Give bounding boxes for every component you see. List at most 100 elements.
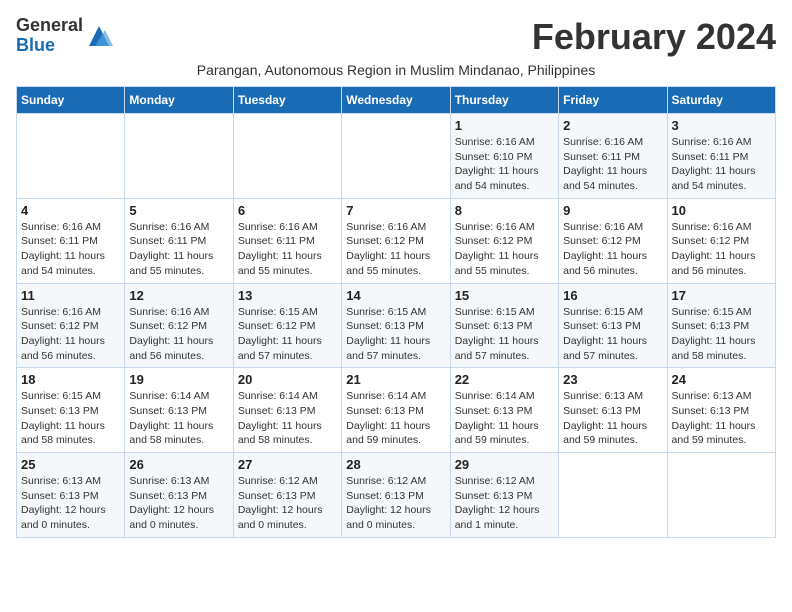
calendar-cell: 16 Sunrise: 6:15 AM Sunset: 6:13 PM Dayli… [559,283,667,368]
calendar-week-3: 11 Sunrise: 6:16 AM Sunset: 6:12 PM Dayli… [17,283,776,368]
day-detail: Sunrise: 6:15 AM Sunset: 6:12 PM Dayligh… [238,305,337,364]
calendar-cell: 10 Sunrise: 6:16 AM Sunset: 6:12 PM Dayli… [667,198,775,283]
subtitle: Parangan, Autonomous Region in Muslim Mi… [16,62,776,78]
day-number: 8 [455,203,554,218]
calendar-table: Sunday Monday Tuesday Wednesday Thursday… [16,86,776,538]
day-number: 26 [129,457,228,472]
col-friday: Friday [559,87,667,114]
calendar-cell: 28Sunrise: 6:12 AM Sunset: 6:13 PM Dayli… [342,453,450,538]
calendar-cell: 24 Sunrise: 6:13 AM Sunset: 6:13 PM Dayli… [667,368,775,453]
day-number: 16 [563,288,662,303]
calendar-week-4: 18Sunrise: 6:15 AM Sunset: 6:13 PM Dayli… [17,368,776,453]
day-number: 19 [129,372,228,387]
day-number: 3 [672,118,771,133]
day-number: 11 [21,288,120,303]
calendar-cell: 11 Sunrise: 6:16 AM Sunset: 6:12 PM Dayli… [17,283,125,368]
calendar-cell: 21 Sunrise: 6:14 AM Sunset: 6:13 PM Dayli… [342,368,450,453]
calendar-cell [125,114,233,199]
day-number: 22 [455,372,554,387]
day-number: 10 [672,203,771,218]
calendar-cell: 27 Sunrise: 6:12 AM Sunset: 6:13 PM Dayli… [233,453,341,538]
day-detail: Sunrise: 6:13 AM Sunset: 6:13 PM Dayligh… [563,389,662,448]
calendar-cell: 23Sunrise: 6:13 AM Sunset: 6:13 PM Dayli… [559,368,667,453]
logo-icon [85,22,113,50]
calendar-cell [342,114,450,199]
day-detail: Sunrise: 6:16 AM Sunset: 6:11 PM Dayligh… [563,135,662,194]
day-number: 4 [21,203,120,218]
day-number: 17 [672,288,771,303]
day-number: 24 [672,372,771,387]
day-detail: Sunrise: 6:15 AM Sunset: 6:13 PM Dayligh… [455,305,554,364]
calendar-header-row: Sunday Monday Tuesday Wednesday Thursday… [17,87,776,114]
calendar-cell [17,114,125,199]
day-detail: Sunrise: 6:16 AM Sunset: 6:11 PM Dayligh… [21,220,120,279]
calendar-cell [233,114,341,199]
day-detail: Sunrise: 6:12 AM Sunset: 6:13 PM Dayligh… [238,474,337,533]
day-detail: Sunrise: 6:12 AM Sunset: 6:13 PM Dayligh… [346,474,445,533]
day-number: 21 [346,372,445,387]
calendar-cell: 1Sunrise: 6:16 AM Sunset: 6:10 PM Daylig… [450,114,558,199]
day-number: 7 [346,203,445,218]
logo-general: General [16,16,83,36]
calendar-cell: 17Sunrise: 6:15 AM Sunset: 6:13 PM Dayli… [667,283,775,368]
calendar-cell: 8Sunrise: 6:16 AM Sunset: 6:12 PM Daylig… [450,198,558,283]
day-number: 1 [455,118,554,133]
day-detail: Sunrise: 6:15 AM Sunset: 6:13 PM Dayligh… [346,305,445,364]
calendar-cell: 15 Sunrise: 6:15 AM Sunset: 6:13 PM Dayli… [450,283,558,368]
calendar-cell: 14 Sunrise: 6:15 AM Sunset: 6:13 PM Dayli… [342,283,450,368]
day-detail: Sunrise: 6:16 AM Sunset: 6:12 PM Dayligh… [672,220,771,279]
day-detail: Sunrise: 6:14 AM Sunset: 6:13 PM Dayligh… [455,389,554,448]
calendar-cell: 13 Sunrise: 6:15 AM Sunset: 6:12 PM Dayli… [233,283,341,368]
calendar-cell: 7Sunrise: 6:16 AM Sunset: 6:12 PM Daylig… [342,198,450,283]
day-number: 2 [563,118,662,133]
calendar-body: 1Sunrise: 6:16 AM Sunset: 6:10 PM Daylig… [17,114,776,538]
col-saturday: Saturday [667,87,775,114]
calendar-cell: 25Sunrise: 6:13 AM Sunset: 6:13 PM Dayli… [17,453,125,538]
day-detail: Sunrise: 6:13 AM Sunset: 6:13 PM Dayligh… [129,474,228,533]
day-detail: Sunrise: 6:14 AM Sunset: 6:13 PM Dayligh… [129,389,228,448]
calendar-cell [667,453,775,538]
day-number: 14 [346,288,445,303]
col-wednesday: Wednesday [342,87,450,114]
calendar-cell: 19 Sunrise: 6:14 AM Sunset: 6:13 PM Dayli… [125,368,233,453]
col-tuesday: Tuesday [233,87,341,114]
calendar-cell: 5Sunrise: 6:16 AM Sunset: 6:11 PM Daylig… [125,198,233,283]
day-detail: Sunrise: 6:13 AM Sunset: 6:13 PM Dayligh… [21,474,120,533]
calendar-week-2: 4 Sunrise: 6:16 AM Sunset: 6:11 PM Daylig… [17,198,776,283]
calendar-cell: 22 Sunrise: 6:14 AM Sunset: 6:13 PM Dayli… [450,368,558,453]
col-monday: Monday [125,87,233,114]
calendar-cell: 4 Sunrise: 6:16 AM Sunset: 6:11 PM Daylig… [17,198,125,283]
day-detail: Sunrise: 6:16 AM Sunset: 6:11 PM Dayligh… [238,220,337,279]
day-detail: Sunrise: 6:16 AM Sunset: 6:12 PM Dayligh… [129,305,228,364]
day-number: 27 [238,457,337,472]
day-detail: Sunrise: 6:13 AM Sunset: 6:13 PM Dayligh… [672,389,771,448]
day-number: 18 [21,372,120,387]
logo-area: General Blue [16,16,113,56]
col-sunday: Sunday [17,87,125,114]
month-title: February 2024 [532,16,776,58]
day-number: 29 [455,457,554,472]
day-detail: Sunrise: 6:14 AM Sunset: 6:13 PM Dayligh… [346,389,445,448]
calendar-cell: 3 Sunrise: 6:16 AM Sunset: 6:11 PM Daylig… [667,114,775,199]
day-number: 15 [455,288,554,303]
day-detail: Sunrise: 6:16 AM Sunset: 6:12 PM Dayligh… [21,305,120,364]
day-detail: Sunrise: 6:15 AM Sunset: 6:13 PM Dayligh… [563,305,662,364]
day-number: 13 [238,288,337,303]
day-number: 9 [563,203,662,218]
day-detail: Sunrise: 6:16 AM Sunset: 6:11 PM Dayligh… [672,135,771,194]
logo-blue: Blue [16,35,55,55]
day-number: 20 [238,372,337,387]
day-detail: Sunrise: 6:16 AM Sunset: 6:12 PM Dayligh… [563,220,662,279]
calendar-cell: 2 Sunrise: 6:16 AM Sunset: 6:11 PM Daylig… [559,114,667,199]
calendar-cell: 9 Sunrise: 6:16 AM Sunset: 6:12 PM Daylig… [559,198,667,283]
calendar-cell: 26 Sunrise: 6:13 AM Sunset: 6:13 PM Dayli… [125,453,233,538]
logo-text: General Blue [16,16,83,56]
calendar-cell: 20Sunrise: 6:14 AM Sunset: 6:13 PM Dayli… [233,368,341,453]
calendar-cell: 18Sunrise: 6:15 AM Sunset: 6:13 PM Dayli… [17,368,125,453]
day-number: 6 [238,203,337,218]
calendar-week-1: 1Sunrise: 6:16 AM Sunset: 6:10 PM Daylig… [17,114,776,199]
day-detail: Sunrise: 6:16 AM Sunset: 6:11 PM Dayligh… [129,220,228,279]
day-detail: Sunrise: 6:12 AM Sunset: 6:13 PM Dayligh… [455,474,554,533]
page-container: General Blue February 2024 Parangan, Aut… [16,16,776,538]
col-thursday: Thursday [450,87,558,114]
